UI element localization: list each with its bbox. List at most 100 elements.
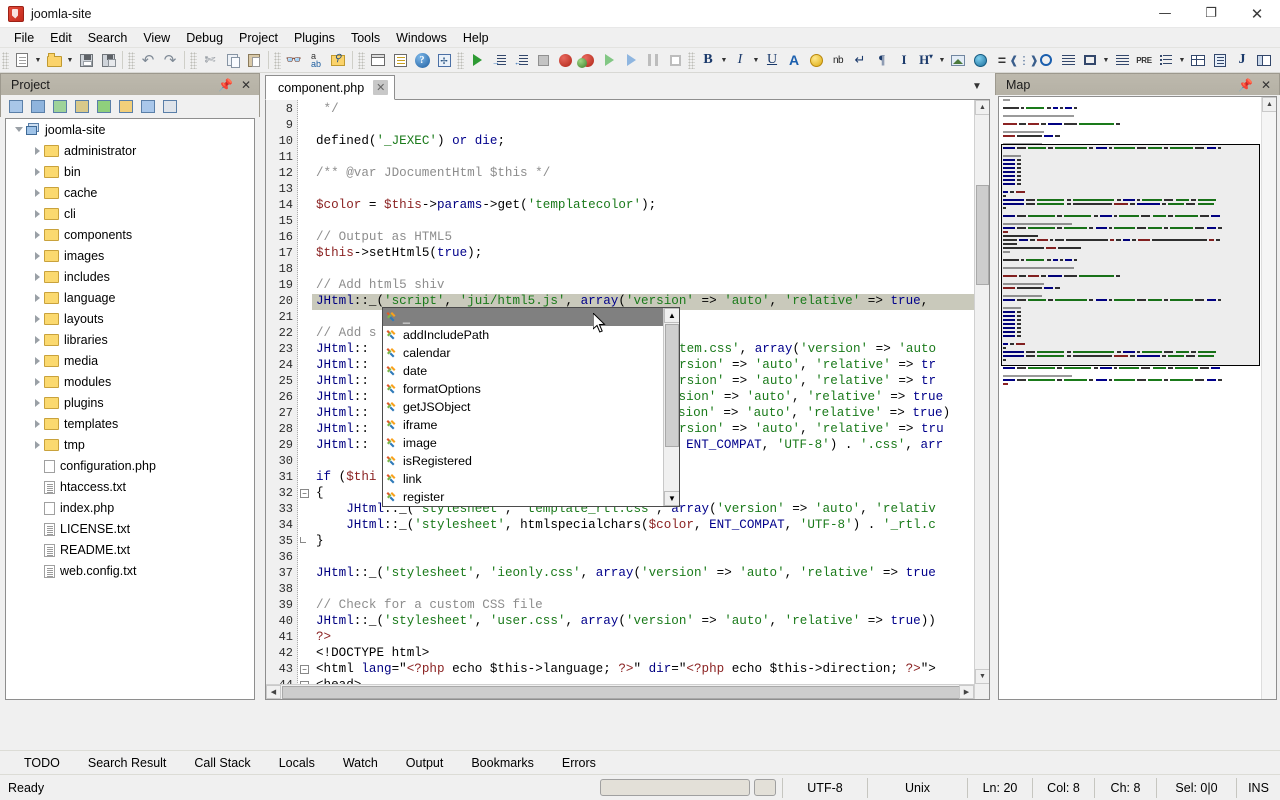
save-all-icon[interactable] [97,49,119,71]
project-tree[interactable]: joomla-site administrator bin cache cli compo… [5,118,255,700]
align-center-icon[interactable] [1057,49,1079,71]
toggle-panel-icon[interactable] [367,49,389,71]
expander-icon[interactable] [30,167,44,176]
hscroll-thumb[interactable] [282,686,962,699]
fold-toggle[interactable]: − [300,489,309,498]
expander-icon[interactable] [30,230,44,239]
autocomplete-scrollbar[interactable]: ▲ ▼ [663,308,679,506]
tree-item-index-php[interactable]: index.php [6,497,254,518]
autocomplete-item[interactable]: _ [383,308,663,326]
javascript-icon[interactable]: J [1231,49,1253,71]
tree-item-htaccess-txt[interactable]: htaccess.txt [6,476,254,497]
chevron-down-icon[interactable]: ▼ [1177,49,1187,71]
pin-icon[interactable]: 📌 [218,78,233,92]
preformatted-icon[interactable]: PRE [1133,49,1155,71]
properties-icon[interactable] [389,49,411,71]
close-icon[interactable]: ✕ [1261,78,1271,92]
dock-tab-errors[interactable]: Errors [548,756,610,770]
dock-tab-watch[interactable]: Watch [329,756,392,770]
list-icon[interactable] [1155,49,1177,71]
scroll-up-button[interactable]: ▲ [664,308,679,323]
align-right-icon[interactable] [1111,49,1133,71]
expander-icon[interactable] [30,335,44,344]
menu-tools[interactable]: Tools [343,28,388,48]
undo-icon[interactable]: ↶ [137,49,159,71]
copy-icon[interactable] [221,49,243,71]
tree-item-tmp[interactable]: tmp [6,434,254,455]
toolbar-grip[interactable] [190,51,197,69]
find-in-files-icon[interactable]: ⚲ [327,49,349,71]
autocomplete-item[interactable]: addIncludePath [383,326,663,344]
bold-icon[interactable]: B [697,49,719,71]
menu-windows[interactable]: Windows [388,28,455,48]
redo-icon[interactable]: ↷ [159,49,181,71]
help-icon[interactable]: ? [411,49,433,71]
chevron-down-icon[interactable]: ▼ [1101,49,1111,71]
italic-icon[interactable]: I [729,49,751,71]
stop-icon[interactable] [664,49,686,71]
tree-item-bin[interactable]: bin [6,161,254,182]
autocomplete-item[interactable]: getJSObject [383,398,663,416]
pin-icon[interactable]: 📌 [1238,78,1253,92]
new-file-icon[interactable] [11,49,33,71]
expander-icon[interactable] [30,146,44,155]
chevron-down-icon[interactable]: ▼ [719,49,729,71]
pause-icon[interactable] [642,49,664,71]
save-icon[interactable] [75,49,97,71]
cut-icon[interactable]: ✄ [199,49,221,71]
close-button[interactable]: ✕ [1234,0,1280,28]
maximize-button[interactable]: ❐ [1188,0,1234,28]
insert-form-icon[interactable] [1209,49,1231,71]
heading-icon[interactable]: H▾ [915,49,937,71]
stop-debug-icon[interactable] [532,49,554,71]
upload-icon[interactable] [94,97,113,116]
tree-item-README-txt[interactable]: README.txt [6,539,254,560]
remove-breakpoints-icon[interactable] [576,49,598,71]
autocomplete-popup[interactable]: _ addIncludePath calendar date formatOptions… [382,307,680,507]
expander-icon[interactable] [30,398,44,407]
menu-debug[interactable]: Debug [178,28,231,48]
menu-edit[interactable]: Edit [42,28,80,48]
expander-icon[interactable] [30,356,44,365]
status-encoding[interactable]: UTF-8 [782,777,867,798]
menu-view[interactable]: View [135,28,178,48]
project-properties-icon[interactable] [72,97,91,116]
expander-icon[interactable] [30,251,44,260]
chevron-down-icon[interactable]: ▼ [33,49,43,71]
dock-tab-bookmarks[interactable]: Bookmarks [457,756,548,770]
open-project-icon[interactable] [28,97,47,116]
open-file-icon[interactable] [43,49,65,71]
autocomplete-item[interactable]: register [383,488,663,506]
line-break-icon[interactable]: ↵ [849,49,871,71]
tree-root-joomla-site[interactable]: joomla-site [6,119,254,140]
insert-target-icon[interactable] [1035,49,1057,71]
fullscreen-icon[interactable]: ✢ [433,49,455,71]
autocomplete-list[interactable]: _ addIncludePath calendar date formatOptions… [383,308,663,506]
sync-icon[interactable] [138,97,157,116]
tree-item-includes[interactable]: includes [6,266,254,287]
dock-tab-locals[interactable]: Locals [265,756,329,770]
new-project-icon[interactable] [6,97,25,116]
minimap-viewport[interactable] [1001,144,1260,366]
tree-item-cache[interactable]: cache [6,182,254,203]
expander-icon[interactable] [30,419,44,428]
scroll-thumb[interactable] [665,324,679,447]
insert-anchor-icon[interactable]: ❰⋮❱ [1009,49,1038,71]
autocomplete-item[interactable]: iframe [383,416,663,434]
minimap-scrollbar[interactable]: ▲ [1261,97,1276,699]
tree-item-images[interactable]: images [6,245,254,266]
autocomplete-item[interactable]: calendar [383,344,663,362]
horizontal-rule-icon[interactable]: I [893,49,915,71]
tree-item-LICENSE-txt[interactable]: LICENSE.txt [6,518,254,539]
scroll-up-button[interactable]: ▲ [975,100,989,115]
chevron-down-icon[interactable]: ▼ [937,49,947,71]
expander-icon[interactable] [30,188,44,197]
autocomplete-item[interactable]: date [383,362,663,380]
chevron-down-icon[interactable]: ▼ [964,73,990,99]
insert-link-icon[interactable] [969,49,991,71]
font-color-icon[interactable]: A [783,49,805,71]
menu-help[interactable]: Help [455,28,497,48]
dock-tab-call-stack[interactable]: Call Stack [180,756,264,770]
dock-tab-todo[interactable]: TODO [10,756,74,770]
step-icon[interactable] [620,49,642,71]
